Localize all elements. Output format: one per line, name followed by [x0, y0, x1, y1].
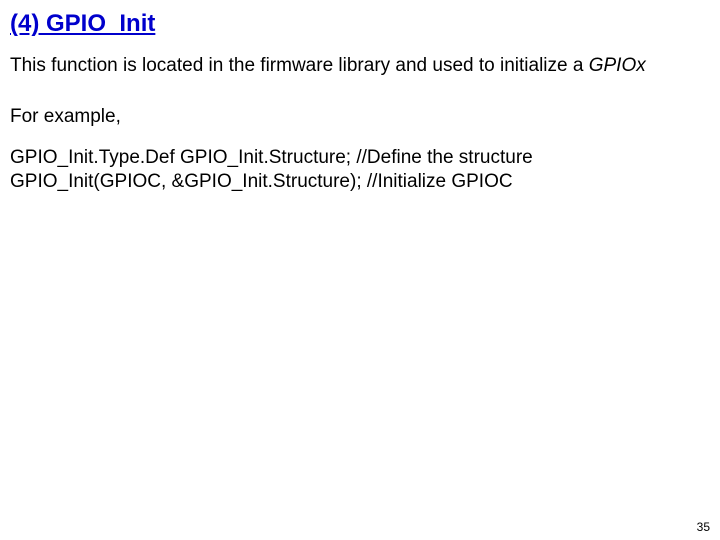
section-heading: (4) GPIO_Init: [10, 10, 710, 38]
code-line-2: GPIO_Init(GPIOC, &GPIO_Init.Structure); …: [10, 170, 710, 194]
description-italic-term: GPIOx: [589, 55, 646, 76]
description-paragraph: This function is located in the firmware…: [10, 54, 710, 78]
code-line-1: GPIO_Init.Type.Def GPIO_Init.Structure; …: [10, 146, 710, 170]
description-text: This function is located in the firmware…: [10, 55, 589, 76]
example-label: For example,: [10, 106, 710, 128]
page-number: 35: [697, 520, 710, 534]
